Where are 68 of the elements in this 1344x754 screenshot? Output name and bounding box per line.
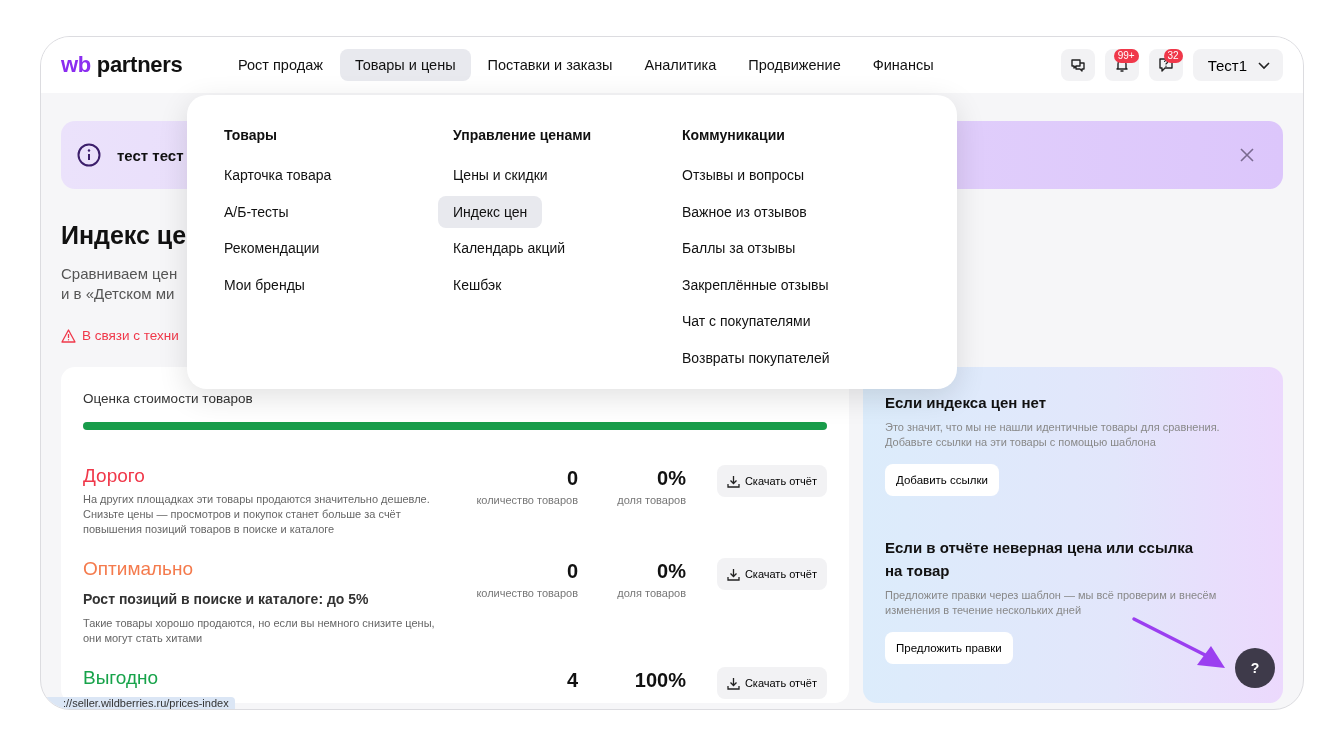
count-value: 0 bbox=[565, 466, 578, 490]
panel-text: Это значит, что мы не нашли идентичные товары для сравнения. Добавьте ссылки на эти товары с помощью шаблона bbox=[885, 420, 1221, 450]
logo[interactable]: wb partners bbox=[61, 52, 213, 78]
nav-tab[interactable]: Аналитика bbox=[629, 49, 732, 81]
warning-text: В связи с техни bbox=[82, 328, 179, 343]
menu-item[interactable]: Чат с покупателями bbox=[667, 305, 826, 338]
help-chat-button[interactable]: 32 bbox=[1148, 49, 1183, 81]
count-label: количество товаров bbox=[475, 587, 578, 599]
nav-tab[interactable]: Рост продаж bbox=[223, 49, 338, 81]
menu-item[interactable]: Мои бренды bbox=[209, 268, 320, 301]
menu-item[interactable]: Рекомендации bbox=[209, 232, 335, 265]
nav-tab[interactable]: Продвижение bbox=[733, 49, 856, 81]
menu-item[interactable]: Баллы за отзывы bbox=[667, 232, 811, 265]
count-value: 0 bbox=[565, 559, 578, 583]
chat-button[interactable] bbox=[1060, 49, 1095, 81]
panel-heading: Если индекса цен нет bbox=[885, 393, 1048, 413]
category-subtitle: Рост позиций в поиске и каталоге: до 5% bbox=[83, 591, 370, 607]
panel-button[interactable]: Добавить ссылки bbox=[885, 464, 999, 496]
banner-text: тест тест bbox=[117, 146, 184, 164]
share-value: 0% bbox=[656, 466, 686, 490]
share-value: 100% bbox=[633, 668, 686, 692]
category-description: Такие товары хорошо продаются, но если вы немного снизите цены, они могут стать хитами bbox=[83, 616, 436, 646]
category-title: Выгодно bbox=[83, 668, 160, 688]
menu-item[interactable]: Календарь акций bbox=[438, 232, 581, 265]
panel-heading: Если в отчёте неверная цена или ссылка на товар bbox=[885, 538, 1195, 581]
card-title: Оценка стоимости товаров bbox=[83, 391, 254, 406]
count-label: количество товаров bbox=[475, 494, 578, 506]
menu-item[interactable]: Кешбэк bbox=[438, 268, 517, 301]
menu-heading: Товары bbox=[223, 126, 278, 145]
info-icon bbox=[77, 143, 101, 167]
count-value: 4 bbox=[565, 668, 578, 692]
download-icon bbox=[726, 474, 740, 488]
menu-item[interactable]: Важное из отзывов bbox=[667, 195, 822, 228]
nav-tab[interactable]: Товары и цены bbox=[339, 49, 471, 81]
menu-item[interactable]: Индекс цен bbox=[438, 195, 543, 228]
panel-button[interactable]: Предложить правки bbox=[885, 632, 1013, 664]
category-title: Оптимально bbox=[83, 559, 195, 579]
menu-heading: Коммуникации bbox=[681, 126, 786, 145]
nav-tab[interactable]: Финансы bbox=[857, 49, 949, 81]
close-icon[interactable] bbox=[1240, 148, 1254, 162]
download-icon bbox=[726, 676, 740, 690]
warning-icon bbox=[61, 328, 76, 343]
category-description: На других площадках эти товары продаются значительно дешевле. Снизьте цены — просмотров и покупок станет больше за счёт повышения позиций товаров в поиске и каталоге bbox=[83, 492, 431, 537]
menu-item[interactable]: А/Б-тесты bbox=[209, 195, 304, 228]
count-badge: 99+ bbox=[1113, 49, 1139, 63]
share-label: доля товаров bbox=[616, 494, 686, 506]
menu-item[interactable]: Карточка товара bbox=[209, 159, 347, 191]
share-value: 0% bbox=[656, 559, 686, 583]
page-description: Сравниваем цен и в «Детском ми bbox=[61, 264, 178, 304]
download-report-button[interactable]: Скачать отчёт bbox=[716, 558, 827, 590]
menu-item[interactable]: Закреплённые отзывы bbox=[667, 268, 844, 301]
chat-icon bbox=[1069, 57, 1086, 73]
download-report-button[interactable]: Скачать отчёт bbox=[716, 465, 827, 497]
count-badge: 32 bbox=[1163, 49, 1183, 63]
menu-item[interactable]: Отзывы и вопросы bbox=[667, 159, 820, 191]
panel-text: Предложите правки через шаблон — мы всё проверим и внесём изменения в течение нескольких дней bbox=[885, 588, 1218, 618]
notifications-button[interactable]: 99+ bbox=[1104, 49, 1139, 81]
user-menu-button[interactable]: Тест1 bbox=[1192, 49, 1283, 81]
category-title: Дорого bbox=[83, 466, 146, 486]
menu-heading: Управление ценами bbox=[452, 126, 593, 145]
menu-item[interactable]: Возвраты покупателей bbox=[667, 341, 845, 374]
menu-item[interactable]: Цены и скидки bbox=[438, 159, 563, 191]
share-label: доля товаров bbox=[616, 587, 686, 599]
nav-tab[interactable]: Поставки и заказы bbox=[472, 49, 628, 81]
question-bubble-icon bbox=[1157, 57, 1174, 73]
page-title: Индекс це bbox=[61, 221, 187, 250]
download-icon bbox=[726, 567, 740, 581]
download-report-button[interactable]: Скачать отчёт bbox=[716, 667, 827, 699]
